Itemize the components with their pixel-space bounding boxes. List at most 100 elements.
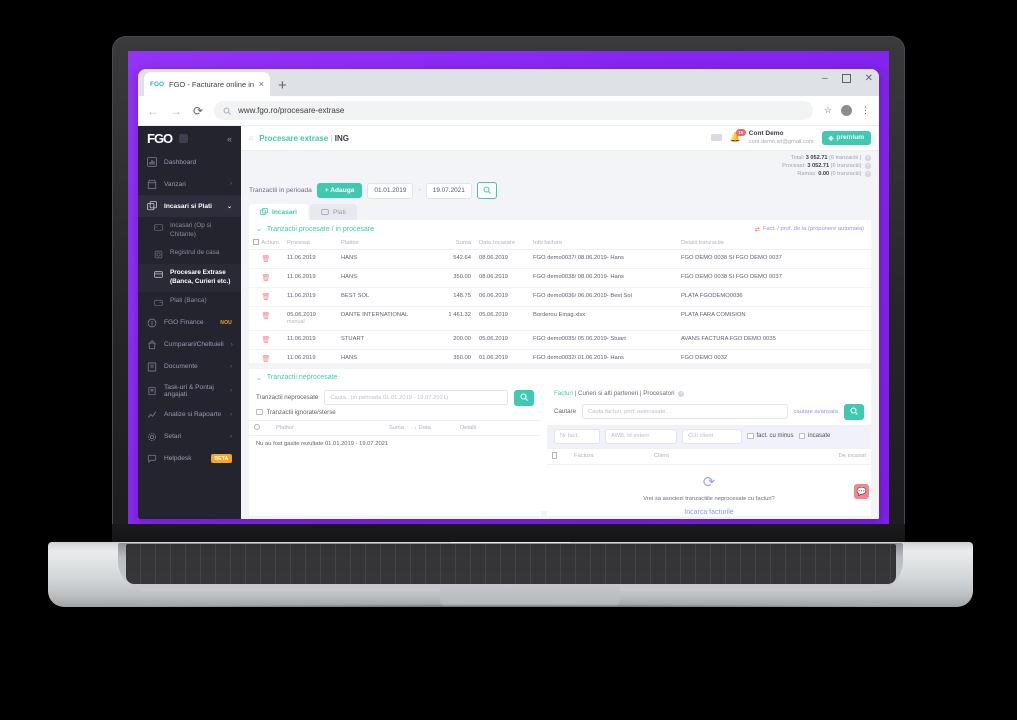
tab-facturi[interactable]: Facturi — [554, 390, 573, 397]
invoices-search-label: Cautare — [554, 408, 577, 416]
cui-client-input[interactable]: CUI client — [682, 428, 742, 444]
notifications-bell-icon[interactable]: 🔔 19 — [730, 129, 746, 143]
minimize-icon[interactable]: – — [822, 73, 828, 84]
auto-proposal-link[interactable]: ⇄ Fact. / prof. de la (propunere automat… — [755, 226, 864, 233]
help-icon[interactable]: ? — [865, 163, 871, 170]
sidebar-item-cumparari-cheltuieli[interactable]: Cumparari/Cheltuieli › — [138, 334, 241, 356]
delete-icon[interactable]: 🗑 — [262, 256, 271, 263]
sidebar-item-fgo-finance[interactable]: FGO Finance NOU — [138, 312, 241, 334]
table-row[interactable]: 🗑 11.06.2019 BEST SOL 148.75 06.06.2019 … — [249, 287, 871, 308]
maximize-icon[interactable] — [841, 74, 851, 83]
add-button[interactable]: + Adauga — [316, 183, 363, 199]
date-from-input[interactable]: 01.01.2019 — [367, 182, 414, 199]
invoices-search-button[interactable] — [844, 403, 864, 420]
sidebar-item-label: Incasari (Op si Chitante) — [170, 222, 212, 238]
keyboard-icon[interactable] — [710, 134, 722, 142]
delete-icon[interactable]: 🗑 — [262, 313, 271, 320]
ignored-checkbox-row[interactable]: Tranzactii ignorate/sterse — [249, 409, 541, 420]
table-row[interactable]: 🗑 11.06.2019 STUART 200.00 05.06.2019 FG… — [249, 330, 871, 351]
tab-incasari[interactable]: Incasari — [249, 204, 308, 221]
sidebar-item-procesare-extrase[interactable]: Procesare Extrase (Banca, Curieri etc.) — [138, 264, 241, 292]
bank-icon — [154, 271, 163, 278]
table-row[interactable]: 🗑 05.06.2019 manual DANTE INTERNATIONAL … — [249, 306, 871, 332]
close-window-icon[interactable]: ✕ — [865, 73, 873, 84]
sidebar-item-analize-rapoarte[interactable]: Analize si Rapoarte › — [138, 404, 241, 426]
browser-tab[interactable]: FGO FGO - Facturare online inte × — [144, 72, 270, 96]
avatar[interactable] — [841, 105, 852, 116]
sidebar-item-label: Task-uri & Pontaj angajati — [164, 383, 214, 398]
sidebar-item-label: Helpdesk — [164, 455, 192, 463]
checkbox[interactable] — [747, 432, 754, 440]
tab-plati[interactable]: Plati — [309, 204, 357, 221]
invoices-search-input[interactable]: Cauta facturi, prof. neincasate... — [582, 404, 788, 420]
collapse-sidebar-icon[interactable]: « — [227, 134, 232, 144]
card-icon — [154, 224, 163, 231]
sidebar-item-incasari-si-plati[interactable]: Incasari si Plati ⌄ — [138, 195, 241, 217]
checkbox[interactable] — [798, 432, 806, 440]
search-icon — [483, 186, 491, 194]
delete-icon[interactable]: 🗑 — [262, 294, 271, 301]
checkbox[interactable] — [256, 408, 263, 416]
date-to-input[interactable]: 19.07.2021 — [425, 182, 472, 199]
cell-suma: 148.75 — [429, 287, 475, 308]
collapse-caret-icon[interactable]: ⌄ — [256, 374, 262, 382]
help-icon[interactable]: ? — [865, 171, 871, 178]
browser-menu-icon[interactable]: ⋮ — [861, 105, 870, 116]
sidebar-item-incasari-op-chitante[interactable]: Incasari (Op si Chitante) — [138, 217, 241, 244]
new-tab-button[interactable]: + — [278, 78, 287, 93]
tab-curieri[interactable]: Curieri si alti parteneri — [578, 390, 638, 397]
account-menu[interactable]: Cont Demo cont.demo.srl@gmail.com — [749, 130, 814, 146]
sidebar-item-plati-banca[interactable]: Plati (Banca) — [138, 292, 241, 312]
help-icon[interactable]: ? — [678, 390, 685, 397]
bookmark-star-icon[interactable]: ☆ — [824, 105, 832, 116]
search-icon — [850, 407, 858, 415]
sidebar-item-label: Documente — [164, 363, 198, 371]
delete-icon[interactable]: 🗑 — [262, 275, 271, 282]
sidebar-item-setari[interactable]: Setari › — [138, 426, 241, 448]
home-icon[interactable]: ⌂ — [249, 135, 253, 142]
incasate-checkbox[interactable]: incasate — [798, 432, 830, 440]
company-switch-icon[interactable] — [179, 134, 189, 143]
fact-cu-minus-checkbox[interactable]: fact. cu minus — [747, 432, 794, 440]
cell-info: FGO demo0037/ 08.06.2019- Hans — [529, 249, 677, 270]
unprocessed-search-input[interactable]: Cauta...(in perioada 01.01.2019 - 19.07.… — [324, 390, 508, 406]
refresh-icon[interactable]: ⟳ — [547, 475, 871, 490]
bag-icon — [148, 340, 156, 349]
address-bar[interactable]: www.fgo.ro/procesare-extrase — [214, 101, 813, 120]
sidebar-item-dashboard[interactable]: Dashboard — [138, 151, 241, 173]
chevron-down-icon: ⌄ — [226, 203, 232, 210]
toolbar-actions: ☆ ⋮ — [824, 105, 870, 116]
ignored-checkbox-label: Tranzactii ignorate/sterse — [266, 408, 336, 416]
chat-widget-button[interactable]: 💬 — [854, 484, 869, 499]
advanced-search-link[interactable]: cautare avansata — [794, 409, 838, 415]
sidebar-item-taskuri-pontaj[interactable]: Task-uri & Pontaj angajati › — [138, 378, 241, 404]
sidebar-item-vanzari[interactable]: Vanzari › — [138, 173, 241, 195]
fgo-favicon: FGO — [150, 81, 164, 88]
sep: | — [574, 389, 577, 397]
unprocessed-search-button[interactable] — [514, 389, 534, 406]
procesat-note: (6 tranzactii) — [830, 163, 862, 170]
search-button[interactable] — [476, 182, 497, 200]
sidebar-item-helpdesk[interactable]: Helpdesk BETA — [138, 448, 241, 470]
svg-text:FGO: FGO — [150, 81, 164, 88]
invoices-empty-state: ⟳ Vrei sa asociezi tranzactiile neproces… — [547, 465, 871, 516]
back-icon[interactable]: ← — [147, 105, 159, 117]
delete-icon[interactable]: 🗑 — [262, 337, 271, 344]
table-row[interactable]: 🗑 11.06.2019 HANS 542.64 08.06.2019 FGO … — [249, 249, 871, 270]
sidebar-item-documente[interactable]: Documente › — [138, 356, 241, 378]
close-icon[interactable]: × — [259, 79, 264, 89]
forward-icon[interactable]: → — [170, 105, 182, 117]
premium-badge[interactable]: ◆ premium — [821, 130, 871, 145]
nr-fact-input[interactable]: Nr fact. — [554, 428, 600, 444]
collapse-caret-icon[interactable]: ⌄ — [256, 225, 262, 233]
reload-icon[interactable]: ⟳ — [193, 105, 203, 117]
tab-procesatori[interactable]: Procesatori — [643, 390, 674, 397]
help-icon[interactable]: ? — [865, 155, 871, 161]
sidebar-item-registrul-de-casa[interactable]: Registrul de casa — [138, 244, 241, 264]
table-row[interactable]: 🗑 11.06.2019 HANS 350.00 08.06.2019 FGO … — [249, 268, 871, 289]
row-actions: 🗑 — [249, 306, 283, 332]
badge-icon — [148, 386, 156, 395]
col-data[interactable]: ↓ Data — [409, 419, 455, 436]
sidebar-logo[interactable]: FGO « — [138, 126, 241, 151]
awb-input[interactable]: AWB, id extern — [605, 428, 677, 444]
